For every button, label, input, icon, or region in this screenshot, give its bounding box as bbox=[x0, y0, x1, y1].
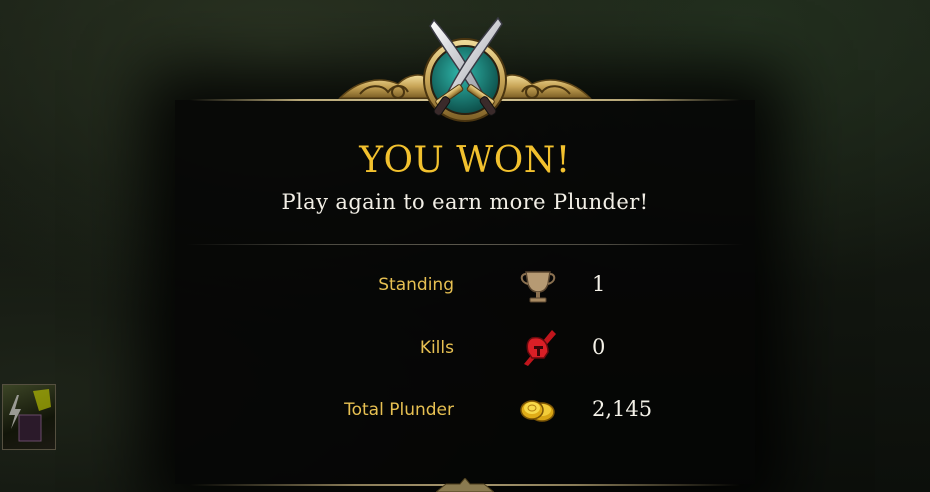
standing-value: 1 bbox=[592, 272, 606, 296]
total-plunder-label: Total Plunder bbox=[344, 400, 454, 420]
total-plunder-value: 2,145 bbox=[592, 397, 653, 421]
kills-value: 0 bbox=[592, 335, 606, 359]
victory-subtitle: Play again to earn more Plunder! bbox=[281, 190, 649, 214]
crossed-swords-emblem-icon bbox=[338, 16, 592, 122]
victory-title: YOU WON! bbox=[359, 140, 571, 181]
standing-label: Standing bbox=[378, 275, 454, 295]
ability-card-thumbnail[interactable] bbox=[2, 384, 56, 450]
crimson-helmet-sword-icon bbox=[524, 330, 556, 366]
panel-bottom-ornament-icon bbox=[436, 478, 494, 492]
stats-divider bbox=[186, 244, 744, 245]
gold-coins-icon bbox=[520, 400, 555, 422]
kills-label: Kills bbox=[419, 338, 454, 358]
trophy-icon bbox=[520, 271, 556, 303]
lightning-icon bbox=[9, 389, 51, 442]
